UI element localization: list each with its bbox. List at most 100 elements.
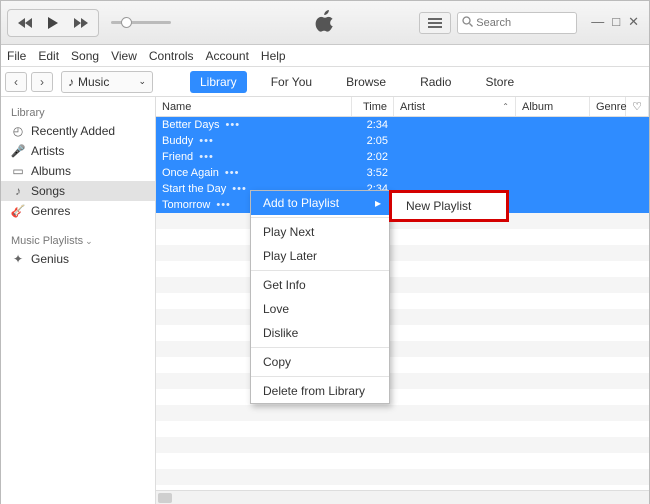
col-name[interactable]: Name	[156, 97, 352, 116]
sidebar-header-playlists[interactable]: Music Playlists⌄	[1, 231, 155, 249]
volume-thumb[interactable]	[121, 17, 132, 28]
tab-browse[interactable]: Browse	[336, 71, 396, 93]
ctx-delete[interactable]: Delete from Library	[251, 379, 389, 403]
cell-time: 2:34	[352, 119, 394, 131]
ctx-separator	[251, 217, 389, 218]
prev-button[interactable]	[12, 13, 38, 33]
ctx-add-to-playlist[interactable]: Add to Playlist▸	[251, 191, 389, 215]
nav-back-button[interactable]: ‹	[5, 72, 27, 92]
cell-name: Better Days •••	[156, 119, 352, 131]
close-button[interactable]: ✕	[628, 14, 639, 30]
empty-row	[156, 389, 649, 405]
scrollbar-thumb[interactable]	[158, 493, 172, 503]
more-icon[interactable]: •••	[228, 183, 247, 195]
menu-view[interactable]: View	[111, 49, 137, 63]
playback-controls	[7, 9, 99, 37]
ctx-play-later[interactable]: Play Later	[251, 244, 389, 268]
menu-song[interactable]: Song	[71, 49, 99, 63]
empty-row	[156, 357, 649, 373]
sort-caret-icon: ⌃	[502, 102, 509, 111]
maximize-button[interactable]: □	[612, 14, 620, 30]
sidebar-item-songs[interactable]: ♪ Songs	[1, 181, 155, 201]
list-view-button[interactable]	[419, 12, 451, 34]
minimize-button[interactable]: —	[591, 14, 604, 30]
nav-forward-button[interactable]: ›	[31, 72, 53, 92]
tab-library[interactable]: Library	[190, 71, 247, 93]
sidebar-item-label: Songs	[31, 184, 65, 198]
volume-track[interactable]	[111, 21, 171, 24]
clock-icon: ◴	[11, 124, 25, 138]
search-field[interactable]	[457, 12, 577, 34]
sidebar-item-genres[interactable]: 🎸Genres	[1, 201, 155, 221]
more-icon[interactable]: •••	[221, 119, 240, 131]
menu-bar: File Edit Song View Controls Account Hel…	[1, 45, 649, 67]
ctx-separator	[251, 376, 389, 377]
next-button[interactable]	[68, 13, 94, 33]
column-headers: Name Time Artist⌃ Album Genre ♡	[156, 97, 649, 117]
sidebar-item-artists[interactable]: 🎤 Artists	[1, 141, 155, 161]
window-controls: — □ ✕	[591, 12, 639, 30]
sidebar-item-label: Artists	[31, 144, 64, 158]
sidebar-item-genius[interactable]: ✦Genius	[1, 249, 155, 269]
menu-file[interactable]: File	[7, 49, 26, 63]
menu-help[interactable]: Help	[261, 49, 286, 63]
content: Name Time Artist⌃ Album Genre ♡ Better D…	[156, 97, 649, 504]
sidebar-item-albums[interactable]: ▭ Albums	[1, 161, 155, 181]
source-select[interactable]: ♪ Music ⌄	[61, 71, 153, 93]
tab-store[interactable]: Store	[475, 71, 524, 93]
cell-time: 2:02	[352, 151, 394, 163]
empty-row	[156, 325, 649, 341]
empty-row	[156, 309, 649, 325]
cell-name: Buddy •••	[156, 135, 352, 147]
cell-name: Once Again •••	[156, 167, 352, 179]
more-icon[interactable]: •••	[195, 135, 214, 147]
ctx-dislike[interactable]: Dislike	[251, 321, 389, 345]
submenu-new-playlist[interactable]: New Playlist	[392, 196, 506, 216]
col-artist[interactable]: Artist⌃	[394, 97, 516, 116]
table-row[interactable]: Once Again •••3:52	[156, 165, 649, 181]
table-row[interactable]: Buddy •••2:05	[156, 133, 649, 149]
empty-row	[156, 437, 649, 453]
submenu-arrow-icon: ▸	[375, 196, 381, 210]
table-row[interactable]: Better Days •••2:34	[156, 117, 649, 133]
empty-row	[156, 421, 649, 437]
col-genre[interactable]: Genre	[590, 97, 626, 116]
search-input[interactable]	[476, 17, 561, 29]
mic-icon: 🎤	[11, 144, 25, 158]
empty-row	[156, 261, 649, 277]
more-icon[interactable]: •••	[221, 167, 240, 179]
more-icon[interactable]: •••	[195, 151, 214, 163]
sidebar-item-label: Genres	[31, 204, 70, 218]
tab-for-you[interactable]: For You	[261, 71, 322, 93]
album-icon: ▭	[11, 164, 25, 178]
table-row[interactable]: Friend •••2:02	[156, 149, 649, 165]
col-love[interactable]: ♡	[626, 97, 649, 116]
empty-row	[156, 469, 649, 485]
apple-logo-icon	[315, 10, 335, 35]
ctx-copy[interactable]: Copy	[251, 350, 389, 374]
col-album[interactable]: Album	[516, 97, 590, 116]
menu-controls[interactable]: Controls	[149, 49, 194, 63]
menu-account[interactable]: Account	[206, 49, 249, 63]
sidebar-header-library: Library	[1, 103, 155, 121]
empty-row	[156, 341, 649, 357]
ctx-love[interactable]: Love	[251, 297, 389, 321]
menu-edit[interactable]: Edit	[38, 49, 59, 63]
empty-row	[156, 405, 649, 421]
play-button[interactable]	[40, 13, 66, 33]
toolbar: ‹ › ♪ Music ⌄ Library For You Browse Rad…	[1, 67, 649, 97]
horizontal-scrollbar[interactable]	[156, 490, 649, 504]
sidebar-item-label: Genius	[31, 252, 69, 266]
sidebar-item-recent[interactable]: ◴Recently Added	[1, 121, 155, 141]
note-icon: ♪	[11, 184, 25, 198]
col-time[interactable]: Time	[352, 97, 394, 116]
ctx-play-next[interactable]: Play Next	[251, 220, 389, 244]
more-icon[interactable]: •••	[212, 199, 231, 211]
search-icon	[462, 16, 473, 30]
tab-radio[interactable]: Radio	[410, 71, 461, 93]
volume-control[interactable]	[111, 21, 171, 24]
sidebar: Library ◴Recently Added 🎤 Artists ▭ Albums…	[1, 97, 156, 504]
ctx-get-info[interactable]: Get Info	[251, 273, 389, 297]
note-icon: ♪	[68, 75, 74, 89]
sidebar-item-label: Albums	[31, 164, 71, 178]
